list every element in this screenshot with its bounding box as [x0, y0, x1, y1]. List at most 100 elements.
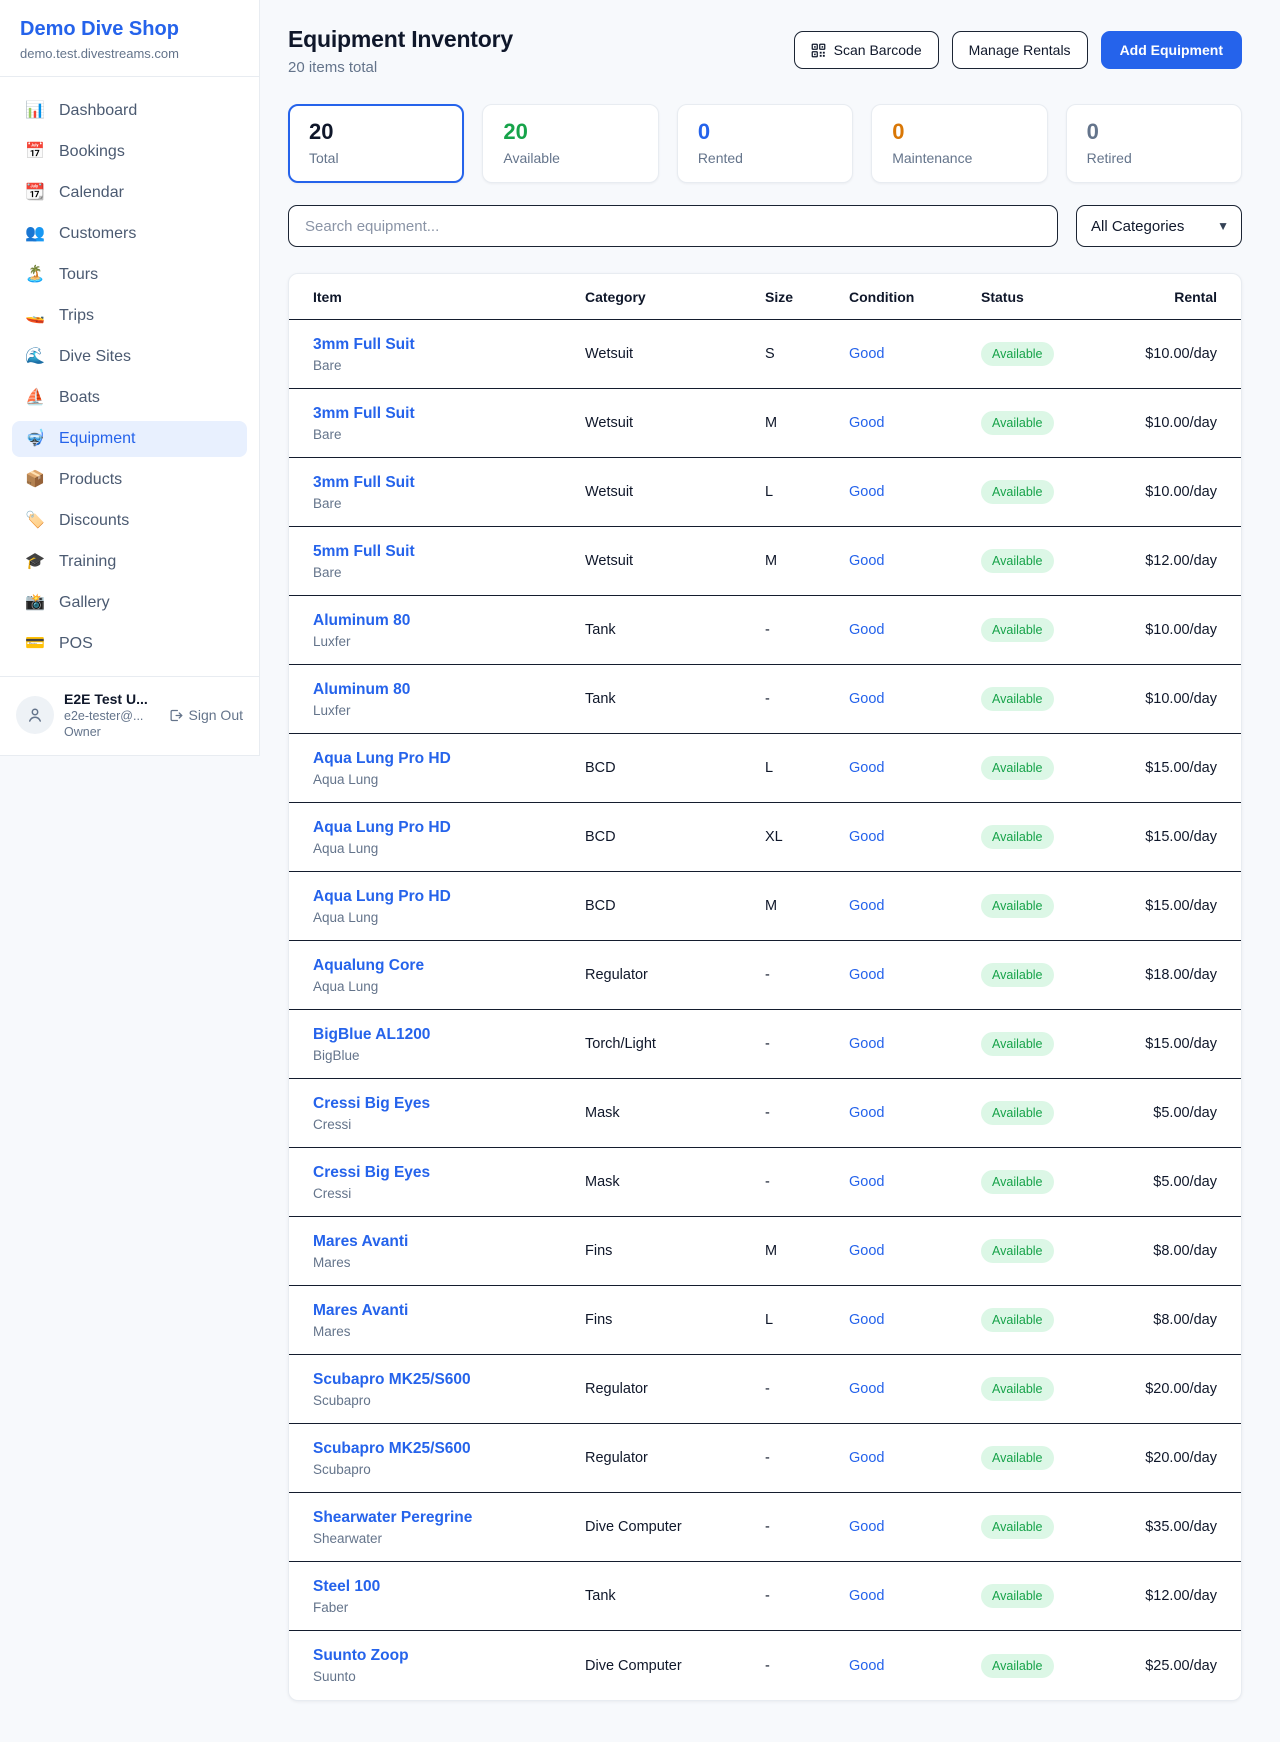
condition-link[interactable]: Good	[849, 1174, 884, 1190]
items-total-subtitle: 20 items total	[288, 59, 513, 76]
sidebar-item-customers[interactable]: 👥 Customers	[12, 216, 247, 252]
stat-card-retired[interactable]: 0 Retired	[1066, 104, 1242, 183]
column-header-status: Status	[981, 289, 1131, 305]
stat-card-rented[interactable]: 0 Rented	[677, 104, 853, 183]
condition-link[interactable]: Good	[849, 346, 884, 362]
sign-out-label: Sign Out	[189, 707, 243, 723]
sidebar-item-gallery[interactable]: 📸 Gallery	[12, 585, 247, 621]
item-rental: $10.00/day	[1131, 622, 1217, 638]
item-name-link[interactable]: Scubapro MK25/S600	[313, 1371, 471, 1389]
sidebar-item-label: Gallery	[59, 594, 110, 612]
condition-link[interactable]: Good	[849, 1450, 884, 1466]
condition-link[interactable]: Good	[849, 760, 884, 776]
status-badge: Available	[981, 618, 1054, 642]
item-brand: Shearwater	[313, 1531, 585, 1546]
condition-link[interactable]: Good	[849, 829, 884, 845]
item-size: -	[765, 967, 849, 983]
item-name-link[interactable]: Aqua Lung Pro HD	[313, 888, 451, 906]
item-category: Fins	[585, 1312, 765, 1328]
condition-link[interactable]: Good	[849, 1658, 884, 1674]
sidebar-item-boats[interactable]: ⛵ Boats	[12, 380, 247, 416]
table-row: Aqua Lung Pro HD Aqua Lung BCD XL Good A…	[289, 803, 1241, 872]
sidebar-item-dive-sites[interactable]: 🌊 Dive Sites	[12, 339, 247, 375]
item-rental: $15.00/day	[1131, 760, 1217, 776]
sidebar-item-trips[interactable]: 🚤 Trips	[12, 298, 247, 334]
sidebar-item-bookings[interactable]: 📅 Bookings	[12, 134, 247, 170]
brand-name[interactable]: Demo Dive Shop	[20, 18, 239, 41]
item-brand: Aqua Lung	[313, 910, 585, 925]
item-name-link[interactable]: 5mm Full Suit	[313, 543, 415, 561]
sidebar-item-calendar[interactable]: 📆 Calendar	[12, 175, 247, 211]
item-name-link[interactable]: 3mm Full Suit	[313, 474, 415, 492]
item-name-link[interactable]: Aluminum 80	[313, 612, 410, 630]
item-name-link[interactable]: Mares Avanti	[313, 1233, 408, 1251]
condition-link[interactable]: Good	[849, 1588, 884, 1604]
sidebar-nav: 📊 Dashboard 📅 Bookings 📆 Calendar 👥 Cust…	[0, 77, 259, 676]
item-category: BCD	[585, 829, 765, 845]
sign-out-button[interactable]: Sign Out	[168, 707, 243, 723]
search-input[interactable]	[288, 205, 1058, 247]
condition-link[interactable]: Good	[849, 1243, 884, 1259]
item-name-link[interactable]: Aqualung Core	[313, 957, 424, 975]
status-badge: Available	[981, 1584, 1054, 1608]
item-name-link[interactable]: Aluminum 80	[313, 681, 410, 699]
sidebar-item-products[interactable]: 📦 Products	[12, 462, 247, 498]
stat-card-available[interactable]: 20 Available	[482, 104, 658, 183]
condition-link[interactable]: Good	[849, 484, 884, 500]
condition-link[interactable]: Good	[849, 415, 884, 431]
sidebar-item-pos[interactable]: 💳 POS	[12, 626, 247, 662]
item-size: -	[765, 1519, 849, 1535]
condition-link[interactable]: Good	[849, 1105, 884, 1121]
manage-rentals-button[interactable]: Manage Rentals	[952, 31, 1088, 69]
item-name-link[interactable]: Suunto Zoop	[313, 1647, 409, 1665]
condition-link[interactable]: Good	[849, 1036, 884, 1052]
sidebar-item-label: Dashboard	[59, 102, 137, 120]
user-name: E2E Test U...	[64, 691, 148, 707]
item-name-link[interactable]: Aqua Lung Pro HD	[313, 819, 451, 837]
item-category: Wetsuit	[585, 346, 765, 362]
status-badge: Available	[981, 1654, 1054, 1678]
add-equipment-button[interactable]: Add Equipment	[1101, 31, 1242, 69]
item-category: Mask	[585, 1105, 765, 1121]
sidebar-item-discounts[interactable]: 🏷️ Discounts	[12, 503, 247, 539]
stat-card-maintenance[interactable]: 0 Maintenance	[871, 104, 1047, 183]
condition-link[interactable]: Good	[849, 622, 884, 638]
status-badge: Available	[981, 825, 1054, 849]
item-category: Wetsuit	[585, 553, 765, 569]
table-header: Item Category Size Condition Status Rent…	[289, 274, 1241, 320]
scan-barcode-button[interactable]: Scan Barcode	[794, 31, 939, 69]
item-name-link[interactable]: Mares Avanti	[313, 1302, 408, 1320]
sidebar-item-label: Customers	[59, 225, 136, 243]
sidebar-item-tours[interactable]: 🏝️ Tours	[12, 257, 247, 293]
condition-link[interactable]: Good	[849, 1519, 884, 1535]
sidebar-item-training[interactable]: 🎓 Training	[12, 544, 247, 580]
item-name-link[interactable]: Aqua Lung Pro HD	[313, 750, 451, 768]
item-name-link[interactable]: 3mm Full Suit	[313, 405, 415, 423]
calendar-icon: 📅	[24, 144, 46, 160]
condition-link[interactable]: Good	[849, 553, 884, 569]
condition-link[interactable]: Good	[849, 898, 884, 914]
item-name-link[interactable]: Cressi Big Eyes	[313, 1095, 430, 1113]
stat-card-total[interactable]: 20 Total	[288, 104, 464, 183]
condition-link[interactable]: Good	[849, 1381, 884, 1397]
item-category: Fins	[585, 1243, 765, 1259]
condition-link[interactable]: Good	[849, 691, 884, 707]
sidebar-item-equipment[interactable]: 🤿 Equipment	[12, 421, 247, 457]
sidebar-item-dashboard[interactable]: 📊 Dashboard	[12, 93, 247, 129]
condition-link[interactable]: Good	[849, 1312, 884, 1328]
logout-icon	[168, 708, 183, 723]
table-row: Aluminum 80 Luxfer Tank - Good Available…	[289, 596, 1241, 665]
status-badge: Available	[981, 1239, 1054, 1263]
item-brand: Aqua Lung	[313, 979, 585, 994]
scan-barcode-label: Scan Barcode	[834, 42, 922, 58]
item-name-link[interactable]: Cressi Big Eyes	[313, 1164, 430, 1182]
table-row: 5mm Full Suit Bare Wetsuit M Good Availa…	[289, 527, 1241, 596]
item-name-link[interactable]: 3mm Full Suit	[313, 336, 415, 354]
item-category: Regulator	[585, 1450, 765, 1466]
item-name-link[interactable]: Shearwater Peregrine	[313, 1509, 472, 1527]
item-name-link[interactable]: Steel 100	[313, 1578, 380, 1596]
condition-link[interactable]: Good	[849, 967, 884, 983]
item-name-link[interactable]: Scubapro MK25/S600	[313, 1440, 471, 1458]
item-name-link[interactable]: BigBlue AL1200	[313, 1026, 430, 1044]
category-select[interactable]: All Categories ▼	[1076, 205, 1242, 247]
